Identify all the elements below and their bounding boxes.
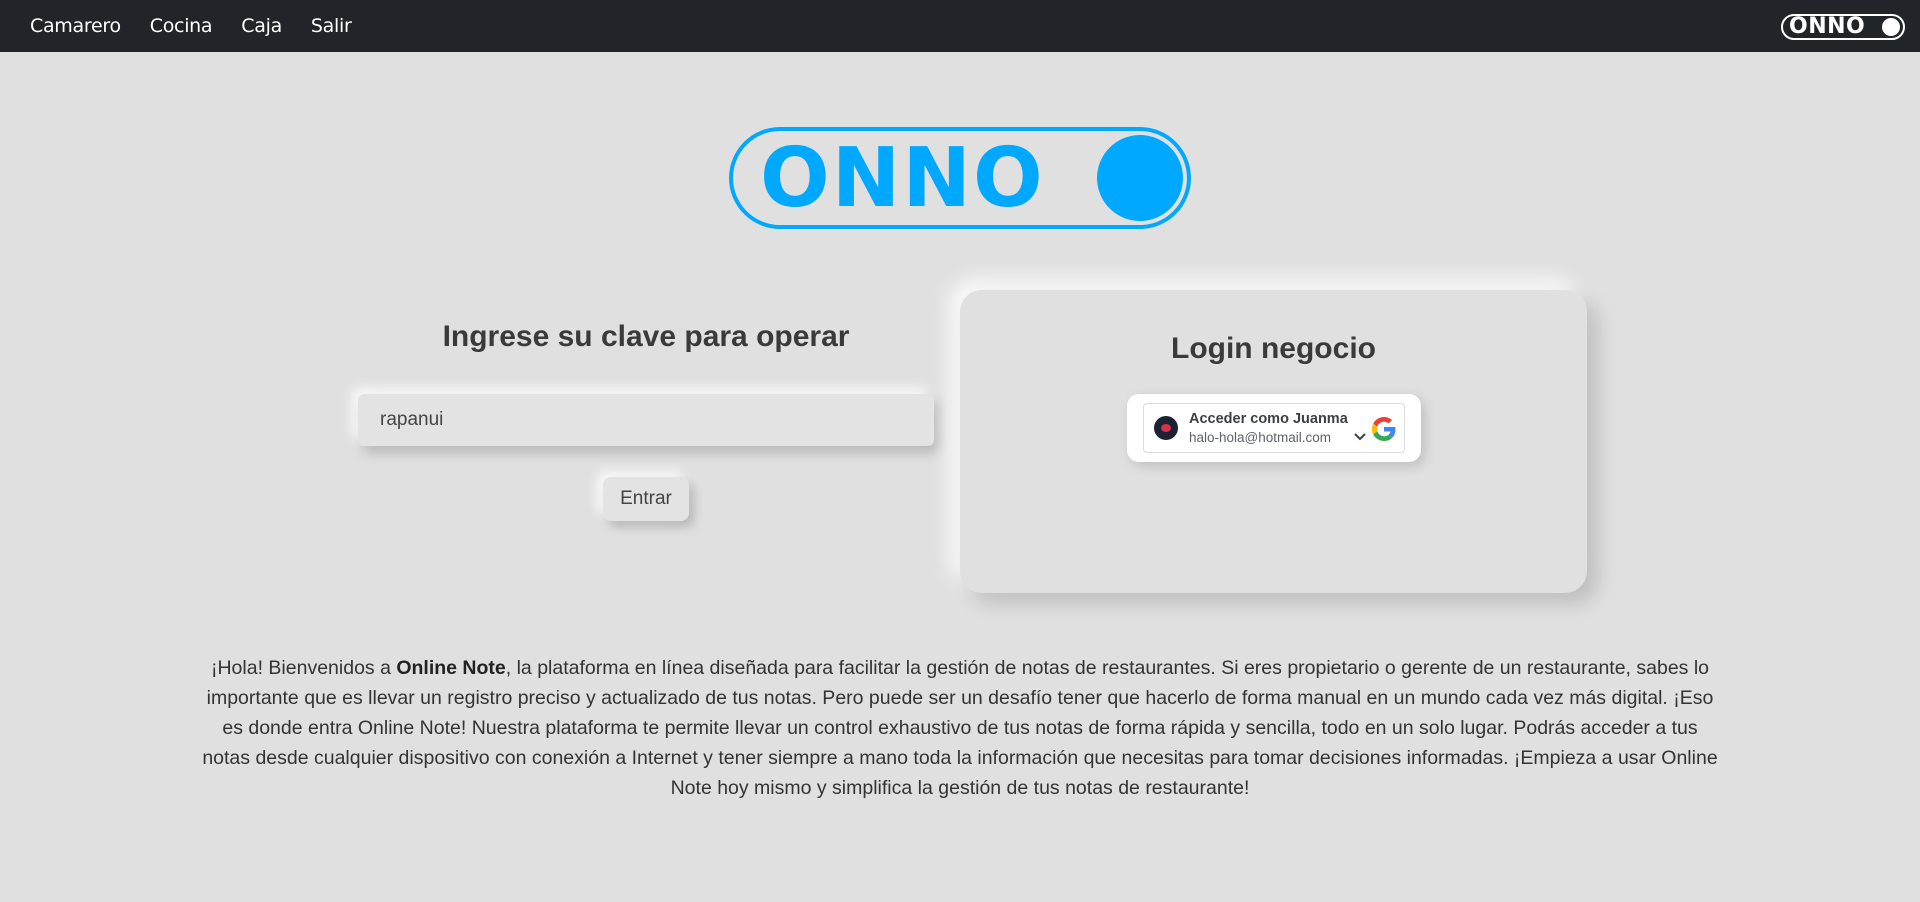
- operator-login-panel: Ingrese su clave para operar Entrar: [358, 320, 934, 521]
- navbar-logo[interactable]: ONNO: [1781, 14, 1905, 40]
- top-navbar: Camarero Cocina Caja Salir ONNO: [0, 0, 1920, 52]
- nav-link-camarero[interactable]: Camarero: [30, 15, 121, 37]
- nav-link-salir[interactable]: Salir: [311, 15, 352, 37]
- intro-brand-name: Online Note: [396, 657, 506, 679]
- google-signin-button[interactable]: Acceder como Juanma halo-hola@hotmail.co…: [1143, 403, 1405, 453]
- enter-button[interactable]: Entrar: [603, 477, 689, 521]
- business-login-title: Login negocio: [1171, 332, 1376, 365]
- chevron-down-icon[interactable]: [1354, 432, 1366, 442]
- navbar-logo-dot: [1882, 18, 1900, 36]
- hero-logo: ONNO: [729, 127, 1191, 229]
- avatar-icon: [1154, 416, 1178, 440]
- hero-logo-dot: [1097, 135, 1183, 221]
- google-account-label: Acceder como Juanma: [1189, 411, 1348, 427]
- nav-link-caja[interactable]: Caja: [241, 15, 282, 37]
- nav-links: Camarero Cocina Caja Salir: [30, 15, 381, 37]
- google-signin-container: Acceder como Juanma halo-hola@hotmail.co…: [1127, 394, 1421, 462]
- intro-paragraph: ¡Hola! Bienvenidos a Online Note, la pla…: [200, 653, 1720, 803]
- hero-logo-text: ONNO: [760, 131, 1045, 226]
- google-account-email: halo-hola@hotmail.com: [1189, 430, 1332, 445]
- intro-text-start: ¡Hola! Bienvenidos a: [210, 657, 397, 679]
- navbar-logo-text: ONNO: [1789, 14, 1866, 39]
- google-icon: [1372, 417, 1396, 441]
- operator-key-input[interactable]: [358, 394, 934, 446]
- operator-panel-title: Ingrese su clave para operar: [442, 320, 850, 353]
- nav-link-cocina[interactable]: Cocina: [150, 15, 213, 37]
- business-login-card: Login negocio Acceder como Juanma halo-h…: [960, 290, 1587, 593]
